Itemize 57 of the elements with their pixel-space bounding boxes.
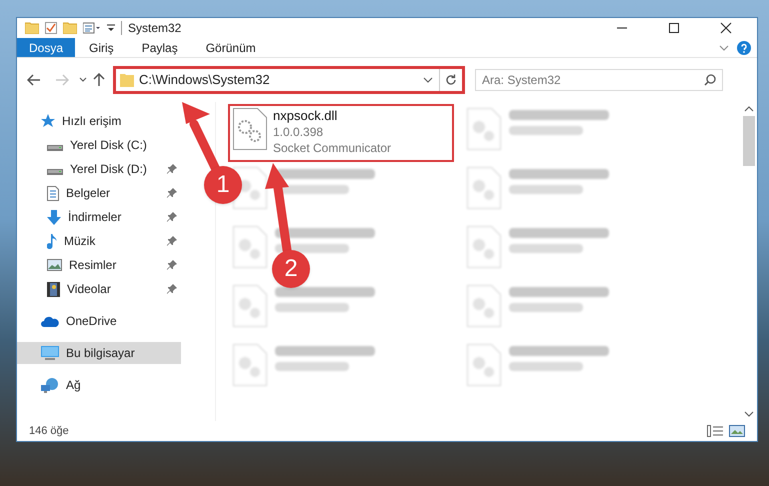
pin-icon[interactable]: [167, 236, 177, 246]
file-version: 1.0.0.398: [273, 124, 324, 140]
sidebar-item[interactable]: OneDrive: [17, 310, 181, 332]
address-bar[interactable]: C:\Windows\System32: [113, 66, 465, 94]
item-count: 146 öğe: [29, 424, 69, 439]
search-field[interactable]: Ara: System32: [475, 69, 723, 91]
ribbon-tab[interactable]: Görünüm: [192, 38, 270, 57]
sidebar-item[interactable]: Videolar: [17, 278, 181, 300]
document-icon: [47, 186, 59, 200]
scrollbar-thumb[interactable]: [742, 116, 754, 166]
film-icon: [47, 282, 60, 296]
sidebar-item[interactable]: Belgeler: [17, 182, 181, 204]
sidebar-item[interactable]: Yerel Disk (D:): [17, 158, 181, 180]
pin-icon[interactable]: [167, 284, 177, 294]
download-arrow-icon: [47, 210, 61, 224]
picture-icon: [47, 259, 62, 271]
chevron-down-icon[interactable]: [719, 44, 729, 50]
large-icons-view-icon[interactable]: [729, 425, 745, 437]
checkbox-icon[interactable]: [45, 22, 57, 34]
ribbon-tab[interactable]: Giriş: [75, 38, 128, 57]
chevron-down-icon[interactable]: [79, 77, 87, 83]
cloud-icon: [41, 316, 59, 326]
network-icon: [41, 378, 59, 392]
pin-icon[interactable]: [167, 212, 177, 222]
music-note-icon: [47, 234, 57, 248]
sidebar-item[interactable]: Ağ: [17, 374, 181, 396]
scroll-up-icon[interactable]: [744, 106, 754, 112]
ribbon-tab[interactable]: Paylaş: [128, 38, 192, 57]
ribbon-tab[interactable]: Dosya: [17, 38, 76, 57]
pin-icon[interactable]: [167, 260, 177, 270]
properties-icon[interactable]: [83, 22, 101, 34]
star-icon: [41, 114, 55, 128]
dropdown-icon[interactable]: [107, 23, 115, 33]
refresh-icon[interactable]: [445, 74, 457, 86]
address-path: C:\Windows\System32: [139, 71, 271, 90]
file-description: Socket Communicator: [273, 140, 392, 156]
pin-icon[interactable]: [167, 188, 177, 198]
scroll-down-icon[interactable]: [744, 411, 754, 417]
sidebar-item[interactable]: Hızlı erişim: [17, 110, 181, 132]
folder-icon: [120, 73, 134, 87]
sidebar-item[interactable]: Bu bilgisayar: [17, 342, 181, 364]
chevron-down-icon[interactable]: [423, 77, 433, 83]
sidebar-item[interactable]: Müzik: [17, 230, 181, 252]
sidebar-item[interactable]: Yerel Disk (C:): [17, 134, 181, 156]
details-view-icon[interactable]: [707, 425, 723, 437]
sidebar-item[interactable]: Resimler: [17, 254, 181, 276]
window-title: System32: [128, 20, 182, 37]
sidebar-item[interactable]: İndirmeler: [17, 206, 181, 228]
file-name: nxpsock.dll: [273, 108, 338, 124]
file-item[interactable]: nxpsock.dll 1.0.0.398 Socket Communicator: [228, 104, 454, 162]
help-icon[interactable]: [737, 40, 751, 54]
up-arrow-icon[interactable]: [93, 73, 105, 87]
back-arrow-icon[interactable]: [27, 74, 41, 86]
pin-icon[interactable]: [167, 164, 177, 174]
dll-file-icon: [233, 108, 267, 150]
search-icon: [704, 74, 716, 86]
computer-icon: [41, 346, 59, 360]
